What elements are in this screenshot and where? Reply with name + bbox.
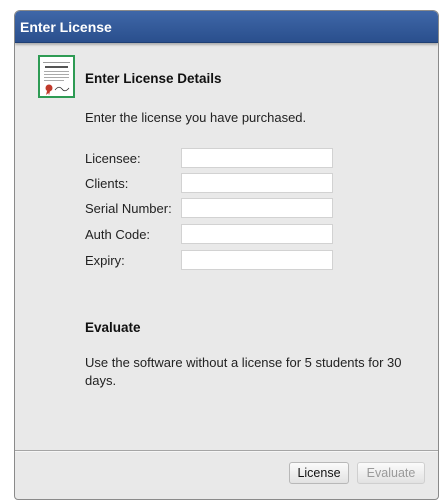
- auth-code-label: Auth Code:: [85, 227, 151, 242]
- dialog-titlebar[interactable]: Enter License: [15, 11, 438, 43]
- expiry-input[interactable]: [181, 250, 333, 270]
- dialog-title: Enter License: [20, 19, 112, 35]
- certificate-icon: [38, 55, 75, 98]
- clients-input[interactable]: [181, 173, 333, 193]
- auth-code-input[interactable]: [181, 224, 333, 244]
- enter-license-dialog: Enter License Enter License Details Ente…: [14, 10, 439, 500]
- section-heading-evaluate: Evaluate: [85, 320, 141, 335]
- clients-label: Clients:: [85, 176, 129, 191]
- footer-divider-highlight: [15, 451, 438, 452]
- evaluate-button[interactable]: Evaluate: [357, 462, 425, 484]
- expiry-row: Expiry:: [85, 250, 355, 270]
- serial-number-label: Serial Number:: [85, 201, 172, 216]
- clients-row: Clients:: [85, 173, 355, 193]
- license-button[interactable]: License: [289, 462, 349, 484]
- serial-number-row: Serial Number:: [85, 198, 355, 218]
- section-heading-license-details: Enter License Details: [85, 71, 222, 86]
- auth-code-row: Auth Code:: [85, 224, 355, 244]
- licensee-row: Licensee:: [85, 148, 355, 168]
- license-instructions: Enter the license you have purchased.: [85, 110, 307, 125]
- expiry-label: Expiry:: [85, 253, 125, 268]
- licensee-input[interactable]: [181, 148, 333, 168]
- serial-number-input[interactable]: [181, 198, 333, 218]
- evaluate-description: Use the software without a license for 5…: [85, 355, 402, 388]
- licensee-label: Licensee:: [85, 151, 141, 166]
